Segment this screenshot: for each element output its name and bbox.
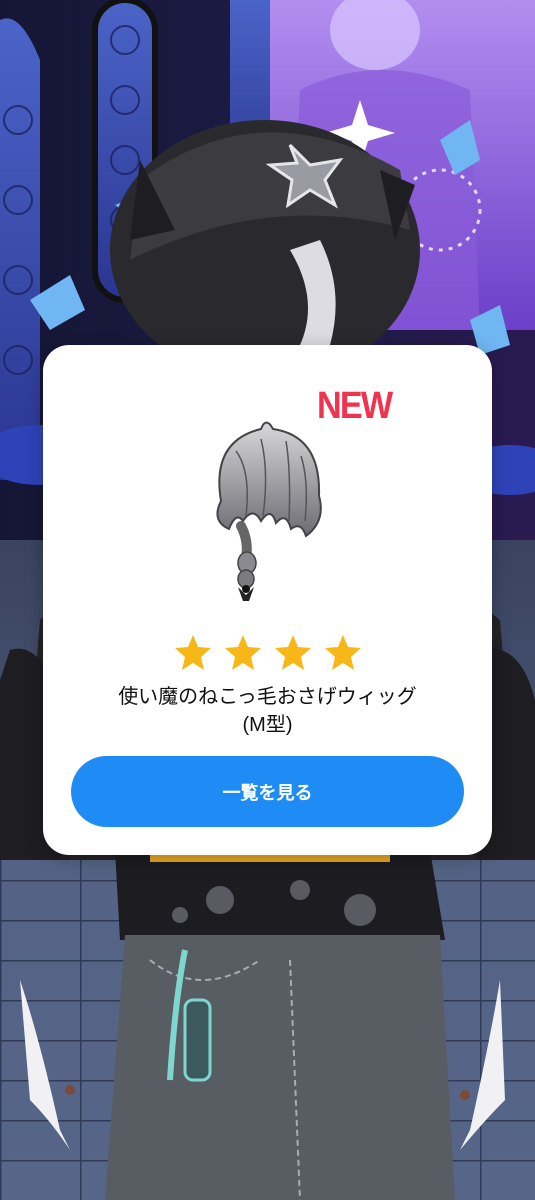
view-list-button[interactable]: 一覧を見る: [71, 756, 464, 827]
item-name-line2: (M型): [242, 714, 293, 736]
star-icon: [274, 635, 311, 670]
item-name: 使い魔のねこっ毛おさげウィッグ (M型): [53, 683, 482, 739]
star-icon: [174, 635, 211, 670]
item-name-line1: 使い魔のねこっ毛おさげウィッグ: [118, 686, 417, 708]
braided-wig-icon: [216, 421, 322, 601]
star-icon: [224, 635, 261, 670]
rarity-stars: [43, 633, 492, 673]
item-acquired-dialog: NEW 使い魔のねこっ毛おさげウィッグ (M型) 一覧を見る: [43, 345, 492, 855]
star-icon: [324, 635, 361, 670]
